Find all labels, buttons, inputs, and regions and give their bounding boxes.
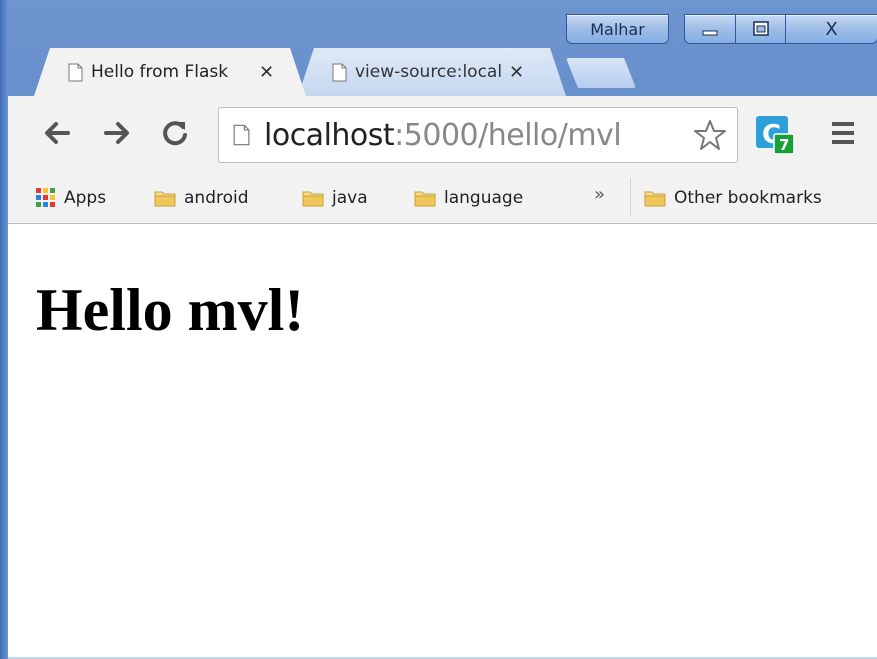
maximize-icon <box>752 21 769 36</box>
page-icon <box>332 63 347 82</box>
bookmark-folder-language[interactable]: language <box>414 186 523 210</box>
extension-badge: 7 <box>779 136 789 154</box>
chrome-menu-button[interactable] <box>826 118 860 148</box>
folder-icon <box>414 191 436 206</box>
minimize-button[interactable] <box>684 14 736 44</box>
url-host: localhost <box>264 117 395 153</box>
extension-button[interactable]: C 7 <box>754 114 796 156</box>
forward-arrow-icon <box>104 122 129 144</box>
minimize-icon <box>702 30 718 36</box>
bookmark-folder-other[interactable]: Other bookmarks <box>644 186 822 210</box>
folder-icon <box>302 191 324 206</box>
back-arrow-icon <box>45 122 70 144</box>
folder-icon <box>644 191 666 206</box>
extension-c-icon: C 7 <box>756 116 795 155</box>
forward-button[interactable] <box>98 114 136 152</box>
bookmark-label: Apps <box>64 188 107 208</box>
profile-button[interactable]: Malhar <box>566 14 669 44</box>
bookmark-folder-android[interactable]: android <box>154 186 249 210</box>
profile-name: Malhar <box>590 19 645 39</box>
url-path: :5000/hello/mvl <box>394 117 622 153</box>
back-button[interactable] <box>38 114 76 152</box>
close-window-icon: X <box>825 18 838 40</box>
bookmark-star-button[interactable] <box>691 116 729 154</box>
tab-title: Hello from Flask <box>91 62 229 82</box>
address-bar[interactable]: localhost:5000/hello/mvl <box>218 107 738 163</box>
bookmarks-overflow-chevron[interactable]: » <box>594 184 605 205</box>
bookmark-folder-java[interactable]: java <box>302 186 368 210</box>
bookmark-label: language <box>444 188 524 208</box>
close-window-button[interactable]: X <box>786 14 877 44</box>
reload-button[interactable] <box>156 114 194 152</box>
bookmarks-bar: Apps android java language » Other bookm… <box>8 172 877 224</box>
tab-close-icon[interactable]: ✕ <box>259 62 274 83</box>
bookmark-label: java <box>332 188 368 208</box>
url-text: localhost:5000/hello/mvl <box>264 117 622 153</box>
maximize-button[interactable] <box>736 14 786 44</box>
folder-icon <box>154 191 176 206</box>
bookmarks-divider <box>630 178 631 216</box>
bookmark-label: Other bookmarks <box>674 188 822 208</box>
tab-title: view-source:localhost <box>355 62 503 82</box>
star-icon <box>694 120 726 150</box>
hamburger-menu-icon <box>832 122 854 144</box>
apps-grid-icon <box>36 188 55 207</box>
page-content: Hello mvl! <box>8 224 877 657</box>
tab-hello-from-flask[interactable]: Hello from Flask ✕ <box>34 48 306 96</box>
page-heading: Hello mvl! <box>36 277 305 343</box>
tab-close-icon[interactable]: ✕ <box>509 62 524 83</box>
bookmark-apps[interactable]: Apps <box>36 186 106 210</box>
new-tab-button[interactable] <box>566 58 636 88</box>
page-icon <box>233 124 250 146</box>
tab-view-source[interactable]: view-source:localhost ✕ <box>298 48 566 96</box>
window-left-border <box>0 0 8 659</box>
bookmark-label: android <box>184 188 249 208</box>
page-icon <box>68 63 83 82</box>
reload-icon <box>163 121 187 146</box>
window-controls: X <box>684 14 877 44</box>
